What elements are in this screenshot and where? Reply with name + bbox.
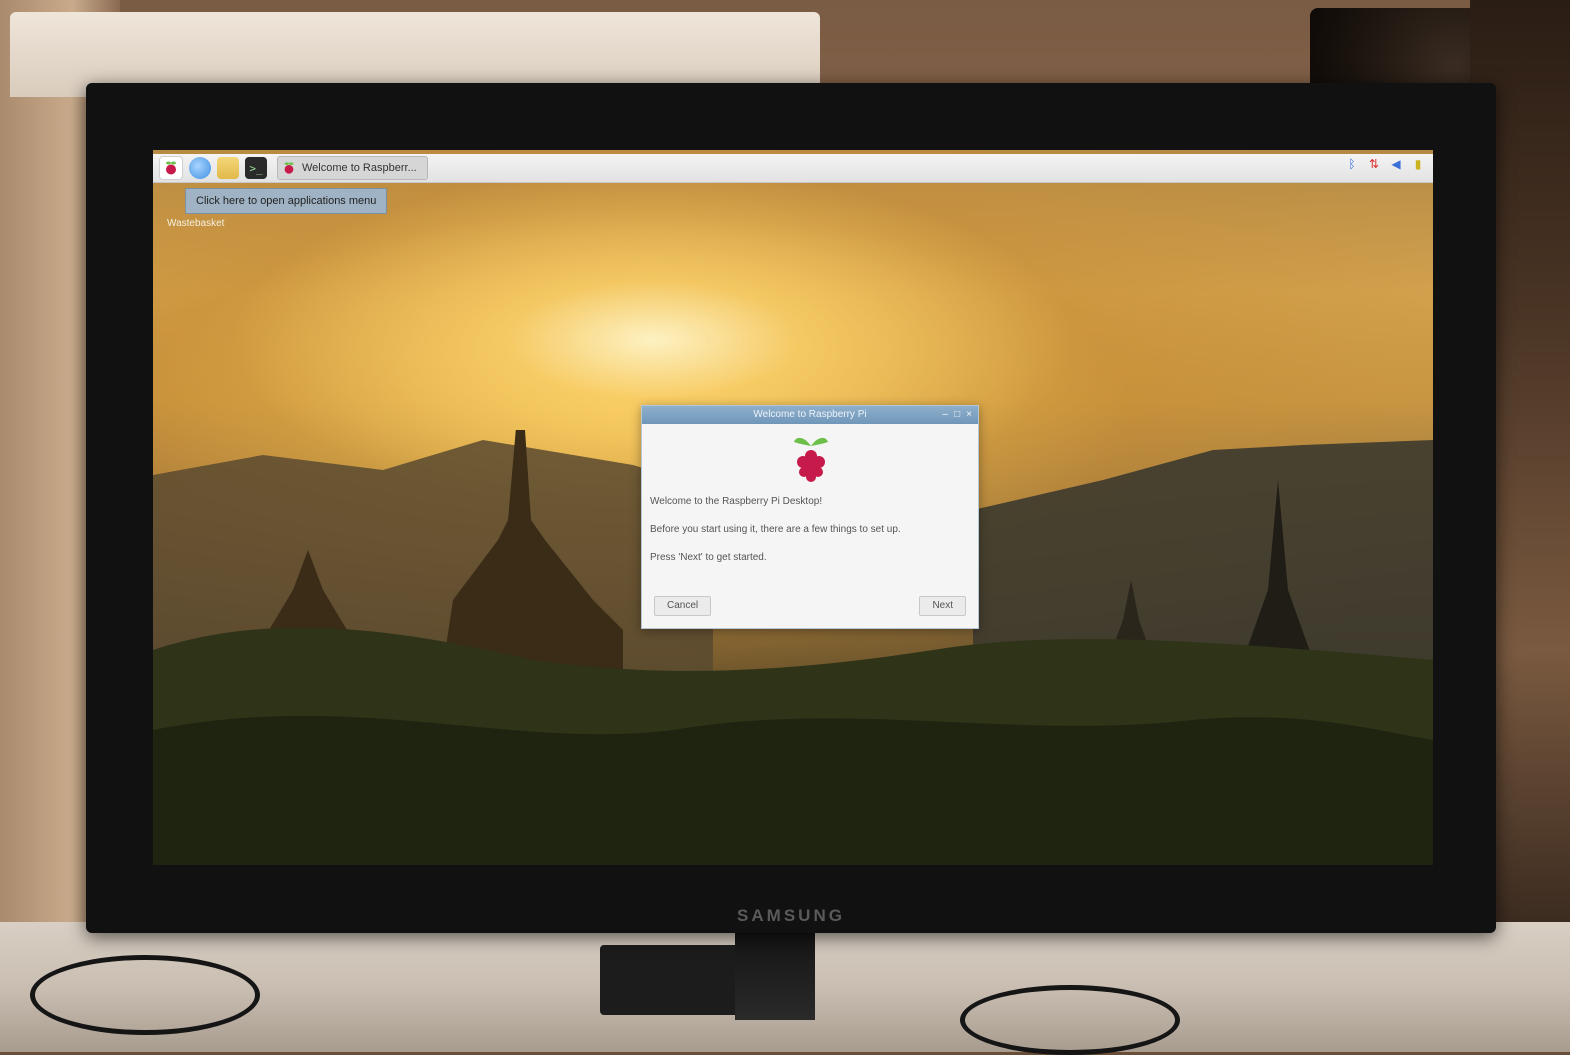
cable xyxy=(960,985,1180,1055)
minimize-icon[interactable]: – xyxy=(943,406,949,424)
taskbar: >_ Welcome to Raspberr... ᛒ ⇅ ◀ ▮ xyxy=(153,154,1433,183)
applications-menu-tooltip: Click here to open applications menu xyxy=(185,188,388,214)
close-icon[interactable]: × xyxy=(966,406,972,424)
welcome-dialog: Welcome to Raspberry Pi – □ × Welcome to… xyxy=(641,405,979,629)
bluetooth-icon[interactable]: ᛒ xyxy=(1345,157,1359,171)
terminal-icon[interactable]: >_ xyxy=(245,157,267,179)
network-icon[interactable]: ⇅ xyxy=(1367,157,1381,171)
raspberry-pi-logo xyxy=(794,437,828,482)
web-browser-icon[interactable] xyxy=(189,157,211,179)
monitor-stand xyxy=(735,930,815,1020)
taskbar-window-welcome[interactable]: Welcome to Raspberr... xyxy=(277,156,428,180)
file-manager-icon[interactable] xyxy=(217,157,239,179)
cancel-button[interactable]: Cancel xyxy=(654,596,712,616)
dialog-titlebar[interactable]: Welcome to Raspberry Pi – □ × xyxy=(642,406,978,424)
volume-icon[interactable]: ◀ xyxy=(1389,157,1403,171)
window-controls: – □ × xyxy=(943,406,972,424)
dialog-welcome-text: Welcome to the Raspberry Pi Desktop! xyxy=(650,496,823,507)
dialog-setup-text: Before you start using it, there are a f… xyxy=(650,524,901,535)
cable xyxy=(30,955,260,1035)
applications-menu-button[interactable] xyxy=(159,156,183,180)
raspberry-icon xyxy=(166,161,176,175)
dialog-title: Welcome to Raspberry Pi xyxy=(753,409,867,420)
next-button[interactable]: Next xyxy=(919,596,966,616)
system-tray: ᛒ ⇅ ◀ ▮ xyxy=(1345,157,1425,171)
dialog-instruction-text: Press 'Next' to get started. xyxy=(650,552,767,563)
monitor-brand: SAMSUNG xyxy=(737,906,845,925)
desktop-icon-label[interactable]: Wastebasket xyxy=(167,218,224,229)
battery-icon[interactable]: ▮ xyxy=(1411,157,1425,171)
desktop-screen: >_ Welcome to Raspberr... ᛒ ⇅ ◀ ▮ Click … xyxy=(153,150,1433,865)
taskbar-window-label: Welcome to Raspberr... xyxy=(302,162,417,174)
maximize-icon[interactable]: □ xyxy=(954,406,960,424)
raspberry-icon xyxy=(284,162,294,174)
